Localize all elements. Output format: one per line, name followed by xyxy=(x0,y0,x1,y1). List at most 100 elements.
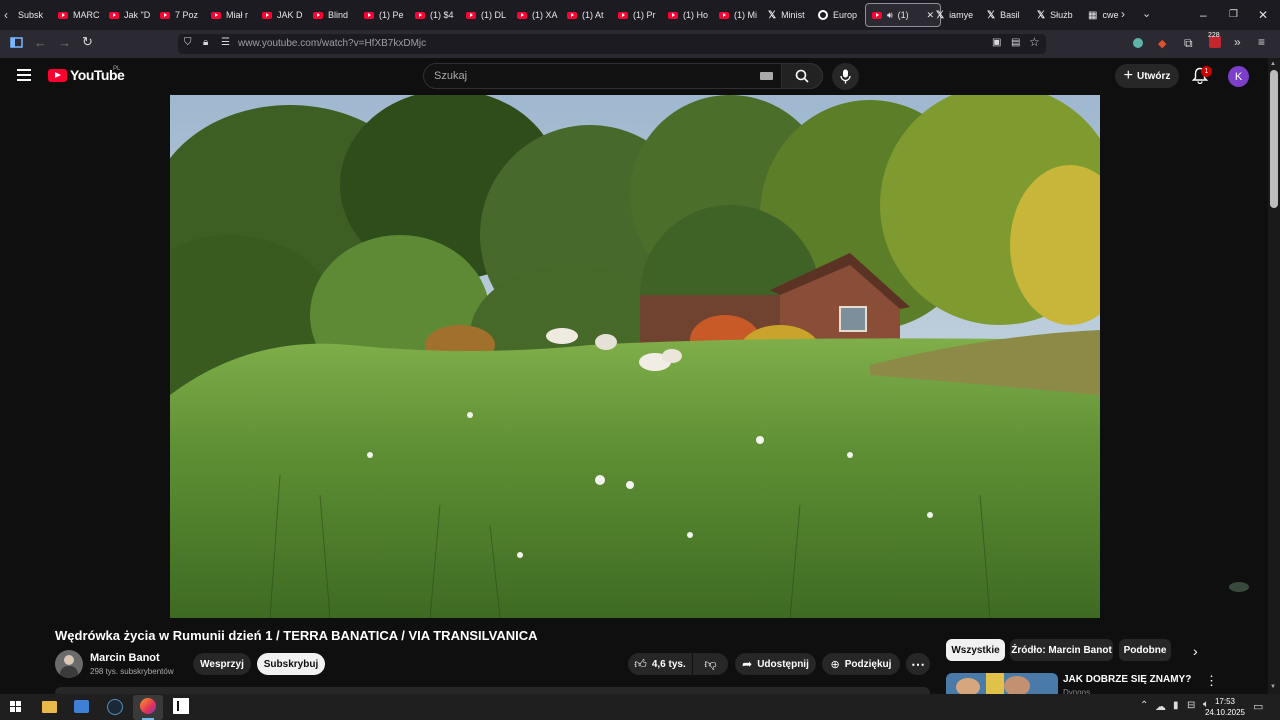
tab-label: (1) Pe xyxy=(379,10,404,20)
reader-view-icon[interactable]: ▤ xyxy=(1011,37,1020,48)
recommendation-title[interactable]: JAK DOBRZE SIĘ ZNAMY? xyxy=(1063,674,1191,685)
windows-start-icon[interactable] xyxy=(10,701,22,713)
restore-icon[interactable]: ❐ xyxy=(1229,9,1238,20)
browser-tab[interactable]: 🔊︎ (1) ✕ xyxy=(865,3,941,27)
account-avatar[interactable]: K xyxy=(1228,66,1249,87)
scroll-down-icon[interactable]: ▼ xyxy=(1270,684,1276,690)
steam-icon[interactable] xyxy=(107,699,123,715)
minimize-icon[interactable]: – xyxy=(1200,8,1207,22)
notion-icon[interactable] xyxy=(173,698,189,714)
url-text[interactable]: www.youtube.com/watch?v=HfXB7kxDMjc xyxy=(238,38,426,49)
network-icon[interactable]: ⊟ xyxy=(1187,700,1195,711)
scrollbar-thumb[interactable] xyxy=(1270,70,1278,208)
tab-label: Służb xyxy=(1050,10,1073,20)
x-favicon-icon: 𝕏 xyxy=(987,9,996,21)
create-button[interactable]: + Utwórz xyxy=(1115,64,1179,88)
audio-playing-icon[interactable]: 🔊︎ xyxy=(887,10,893,21)
thanks-button[interactable]: ⊕ Podziękuj xyxy=(822,653,900,675)
forward-icon[interactable]: → xyxy=(58,35,71,50)
tab-label: (1) Mi xyxy=(734,10,757,20)
clock-date[interactable]: 24.10.2025 xyxy=(1201,708,1249,717)
close-window-icon[interactable]: ✕ xyxy=(1258,8,1268,22)
back-icon[interactable]: ← xyxy=(34,35,47,50)
description-box[interactable] xyxy=(55,687,930,694)
like-count: 4,6 tys. xyxy=(651,658,686,670)
subscribe-button[interactable]: Subskrybuj xyxy=(257,653,325,675)
tab-label: Blind xyxy=(328,10,349,20)
browser-tab[interactable]: Subsk xyxy=(18,4,56,26)
tab-scroll-right-icon[interactable]: › xyxy=(1121,7,1125,21)
dislike-button[interactable]: 👎︎ xyxy=(693,653,728,675)
sidebar-toggle-icon[interactable] xyxy=(10,36,23,52)
search-input[interactable]: Szukaj xyxy=(434,70,467,82)
channel-avatar[interactable] xyxy=(55,650,83,678)
youtube-logo-icon[interactable] xyxy=(48,69,67,82)
browser-tab[interactable]: 𝕏 Minist xyxy=(768,4,812,26)
browser-tab[interactable]: (1) XA xyxy=(517,4,562,26)
browser-tab[interactable]: (1) Pe xyxy=(364,4,409,26)
tab-scroll-left-icon[interactable]: ‹ xyxy=(4,8,8,22)
usb-icon[interactable]: ▮ xyxy=(1173,700,1179,711)
chips-next-icon[interactable]: › xyxy=(1193,643,1198,659)
thanks-label: Podziękuj xyxy=(844,658,892,670)
picture-in-picture-icon[interactable]: ▣ xyxy=(992,37,1001,48)
browser-tab[interactable]: 𝕏 Basil xyxy=(987,4,1033,26)
recommendation-menu-icon[interactable]: ⋮ xyxy=(1205,673,1218,689)
browser-tab[interactable]: (1) Ho xyxy=(668,4,713,26)
browser-tab[interactable]: Blind xyxy=(313,4,358,26)
share-button[interactable]: ➦ Udostępnij xyxy=(735,653,816,675)
browser-tab[interactable]: (1) Pr xyxy=(618,4,663,26)
extension-fox-icon[interactable]: ◆ xyxy=(1158,37,1166,50)
guide-menu-icon[interactable] xyxy=(17,69,31,81)
windows-taskbar xyxy=(0,694,1280,720)
browser-tab[interactable]: 𝕏 Służb xyxy=(1037,4,1083,26)
permissions-icon[interactable]: ☰ xyxy=(221,37,230,48)
browser-tab[interactable]: 7 Poz xyxy=(160,4,205,26)
video-frame xyxy=(170,95,1100,618)
support-button[interactable]: Wesprzyj xyxy=(193,653,251,675)
more-actions-icon[interactable]: ⋯ xyxy=(906,653,930,675)
remote-desktop-icon[interactable] xyxy=(74,700,89,713)
like-button[interactable]: 👍︎ 4,6 tys. xyxy=(628,653,692,675)
recommendation-thumbnail[interactable] xyxy=(946,673,1058,694)
browser-tab[interactable]: (1) At xyxy=(567,4,612,26)
onedrive-cloud-icon[interactable]: ☁ xyxy=(1155,700,1166,713)
tracking-shield-icon[interactable]: ⛉ xyxy=(184,37,192,48)
channel-watermark[interactable] xyxy=(1229,582,1249,592)
browser-tab[interactable]: (1) DL xyxy=(466,4,511,26)
channel-name[interactable]: Marcin Banot xyxy=(90,652,160,664)
tray-overflow-icon[interactable]: ⌃ xyxy=(1140,700,1148,711)
keyboard-icon[interactable] xyxy=(760,72,773,80)
filter-chip[interactable]: Podobne xyxy=(1119,639,1171,661)
youtube-favicon-icon xyxy=(872,11,882,19)
file-explorer-icon[interactable] xyxy=(42,701,57,713)
notification-center-icon[interactable]: ▭ xyxy=(1253,700,1263,713)
reload-icon[interactable]: ↻ xyxy=(82,34,93,50)
browser-tab[interactable]: Europ xyxy=(818,4,862,26)
browser-tab[interactable]: Jak "D xyxy=(109,4,154,26)
clock-time[interactable]: 17:53 xyxy=(1205,697,1245,706)
filter-chip[interactable]: Źródło: Marcin Banot xyxy=(1010,639,1113,661)
bookmark-star-icon[interactable]: ☆ xyxy=(1029,35,1040,49)
browser-tab[interactable]: MARC xyxy=(58,4,103,26)
scroll-up-icon[interactable]: ▲ xyxy=(1270,61,1276,67)
extensions-puzzle-icon[interactable]: ⧉ xyxy=(1184,36,1193,51)
extension-vpn-icon[interactable] xyxy=(1133,38,1143,48)
tab-label: (1) XA xyxy=(532,10,558,20)
browser-tab[interactable]: 𝕏iamye xyxy=(936,4,982,26)
browser-tab[interactable]: (1) $4 xyxy=(415,4,460,26)
filter-chip[interactable]: Wszystkie xyxy=(946,639,1005,661)
app-menu-icon[interactable]: ≡ xyxy=(1258,35,1265,49)
close-tab-icon[interactable]: ✕ xyxy=(926,10,934,21)
overflow-chevron-icon[interactable]: » xyxy=(1234,35,1241,49)
list-all-tabs-icon[interactable]: ⌄ xyxy=(1142,7,1151,20)
video-player[interactable] xyxy=(170,95,1100,618)
browser-tab[interactable]: JAK D xyxy=(262,4,307,26)
search-button[interactable] xyxy=(781,63,823,89)
browser-tab[interactable]: (1) Mi xyxy=(719,4,761,26)
browser-tab[interactable]: Miał r xyxy=(211,4,256,26)
firefox-taskbar-button[interactable] xyxy=(133,695,163,720)
browser-tab[interactable]: ▦ cwe xyxy=(1088,4,1120,26)
lock-icon[interactable]: 🔒︎ xyxy=(203,37,208,48)
voice-search-button[interactable] xyxy=(832,63,859,90)
